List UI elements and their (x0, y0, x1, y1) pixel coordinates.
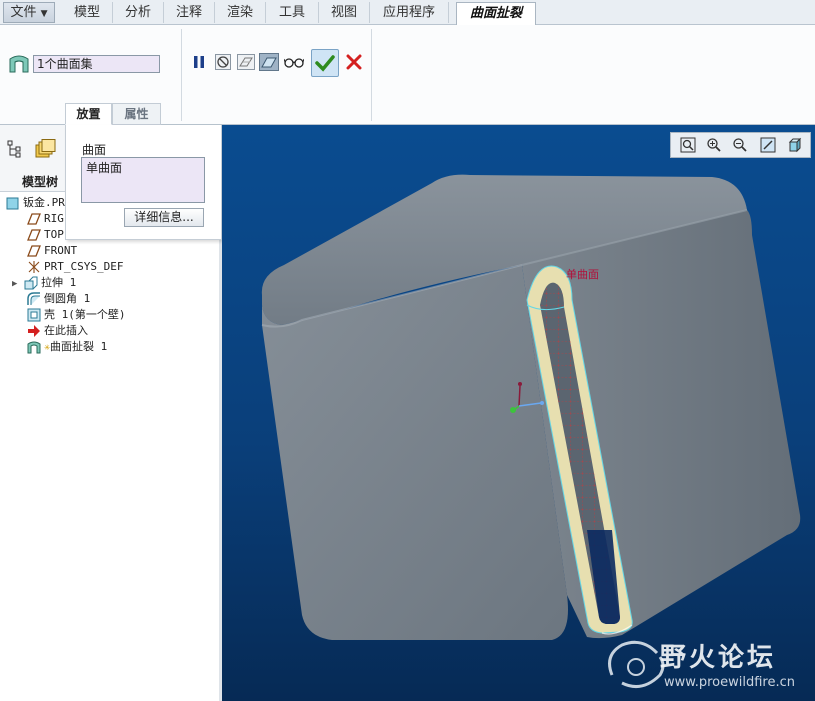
tree-item-label: 倒圆角 1 (44, 292, 91, 305)
tree-item-label: 壳 1(第一个壁) (44, 308, 126, 321)
tree-item-csys[interactable]: PRT_CSYS_DEF (27, 259, 123, 275)
surface-annotation-label[interactable]: 单曲面 (566, 266, 599, 282)
datum-plane-icon (27, 245, 41, 257)
tree-item-label: TOP (44, 228, 64, 241)
tree-item-right-plane[interactable]: RIG (27, 211, 64, 227)
glasses-icon (284, 58, 304, 68)
menu-bar: 文件 ▼ 模型 分析 注释 渲染 工具 视图 应用程序 曲面扯裂 (0, 0, 815, 25)
refit-button[interactable] (678, 135, 698, 155)
layer-tab-button[interactable] (34, 139, 58, 163)
datum-plane-icon (27, 213, 41, 225)
tab-annotate[interactable]: 注释 (164, 2, 215, 23)
tab-placement[interactable]: 放置 (65, 103, 112, 125)
ribbon-divider (181, 29, 182, 121)
zoom-in-button[interactable] (704, 135, 724, 155)
layers-icon (35, 139, 56, 158)
pause-button[interactable] (189, 52, 209, 72)
refit-icon (680, 137, 696, 153)
attached-preview-button[interactable] (236, 52, 256, 72)
csys-icon (28, 261, 40, 273)
surface-rip-icon (27, 341, 41, 354)
verify-preview-icon (259, 53, 279, 71)
tab-properties[interactable]: 属性 (112, 103, 161, 125)
tree-item-round[interactable]: 倒圆角 1 (27, 291, 90, 307)
close-icon (346, 54, 362, 70)
zoom-out-button[interactable] (730, 135, 750, 155)
tab-surface-rip[interactable]: 曲面扯裂 (456, 2, 536, 25)
shell-icon (27, 308, 41, 322)
tree-item-surface-rip[interactable]: ✳曲面扯裂 1 (27, 339, 107, 355)
tree-item-label: PRT_CSYS_DEF (44, 260, 124, 273)
repaint-icon (760, 137, 776, 153)
pause-icon (194, 56, 204, 68)
round-icon (27, 292, 40, 305)
tab-view[interactable]: 视图 (319, 2, 370, 23)
graphics-viewport[interactable]: 单曲面 野火论坛 www.proewildfire.cn (222, 125, 815, 701)
tree-item-label: RIG (44, 212, 64, 225)
tree-item-top-plane[interactable]: TOP (27, 227, 64, 243)
tree-item-part[interactable]: 钣金.PR (6, 195, 65, 211)
no-preview-button[interactable] (213, 52, 233, 72)
tab-render[interactable]: 渲染 (215, 2, 266, 23)
tree-icon (7, 140, 21, 158)
view-toolbar (670, 132, 811, 158)
forum-watermark: 野火论坛 www.proewildfire.cn (608, 633, 808, 699)
verify-mode-button[interactable] (284, 52, 304, 72)
surface-list-item[interactable]: 单曲面 (82, 158, 204, 177)
watermark-url: www.proewildfire.cn (664, 675, 795, 690)
apply-button[interactable] (311, 49, 339, 77)
model-tree-tab-button[interactable] (6, 139, 28, 163)
surface-label: 曲面 (82, 143, 107, 157)
tree-item-extrude[interactable]: ▶ 拉伸 1 (12, 275, 76, 291)
no-preview-icon (215, 54, 231, 70)
surface-collector-field[interactable]: 1个曲面集 (33, 55, 160, 73)
tree-item-label: FRONT (44, 244, 78, 257)
details-button[interactable]: 详细信息... (124, 208, 204, 227)
tab-applications[interactable]: 应用程序 (370, 2, 449, 23)
repaint-button[interactable] (758, 135, 778, 155)
zoom-out-icon (733, 138, 747, 152)
tree-item-front-plane[interactable]: FRONT (27, 243, 77, 259)
display-style-button[interactable] (785, 135, 805, 155)
zoom-in-icon (707, 138, 721, 152)
part-icon (6, 197, 19, 210)
checkmark-icon (315, 55, 335, 72)
tree-item-label: 曲面扯裂 1 (50, 340, 108, 353)
chevron-down-icon: ▼ (40, 9, 48, 19)
placement-flyout: 曲面 单曲面 详细信息... (65, 125, 222, 240)
extrude-icon (24, 276, 38, 290)
insert-here-icon (28, 325, 40, 337)
tree-item-label: 钣金.PR (23, 196, 65, 209)
3d-model-view[interactable] (222, 125, 815, 701)
tab-tools[interactable]: 工具 (266, 2, 319, 23)
model-tree-title: 模型树 (22, 175, 59, 189)
verify-preview-button[interactable] (259, 52, 279, 72)
surface-collector-icon (8, 53, 30, 73)
preview-icon (237, 54, 255, 70)
ribbon-divider (371, 29, 372, 121)
tree-item-label: 拉伸 1 (41, 276, 77, 289)
cancel-button[interactable] (344, 52, 364, 72)
tree-item-label: 在此插入 (44, 324, 88, 337)
datum-plane-icon (27, 229, 41, 241)
shaded-cube-icon (788, 137, 802, 153)
surface-collector-list[interactable]: 单曲面 (81, 157, 205, 203)
watermark-title: 野火论坛 (660, 643, 777, 673)
tab-analysis[interactable]: 分析 (113, 2, 164, 23)
tab-model[interactable]: 模型 (62, 2, 113, 23)
file-menu[interactable]: 文件 ▼ (3, 2, 55, 23)
tree-item-insert-here[interactable]: 在此插入 (27, 323, 88, 339)
ribbon: 1个曲面集 放置 属性 (0, 25, 815, 125)
expand-arrow-icon[interactable]: ▶ (12, 276, 24, 292)
tree-item-shell[interactable]: 壳 1(第一个壁) (27, 307, 126, 323)
model-front-face (262, 265, 568, 640)
file-menu-label: 文件 (10, 5, 37, 20)
